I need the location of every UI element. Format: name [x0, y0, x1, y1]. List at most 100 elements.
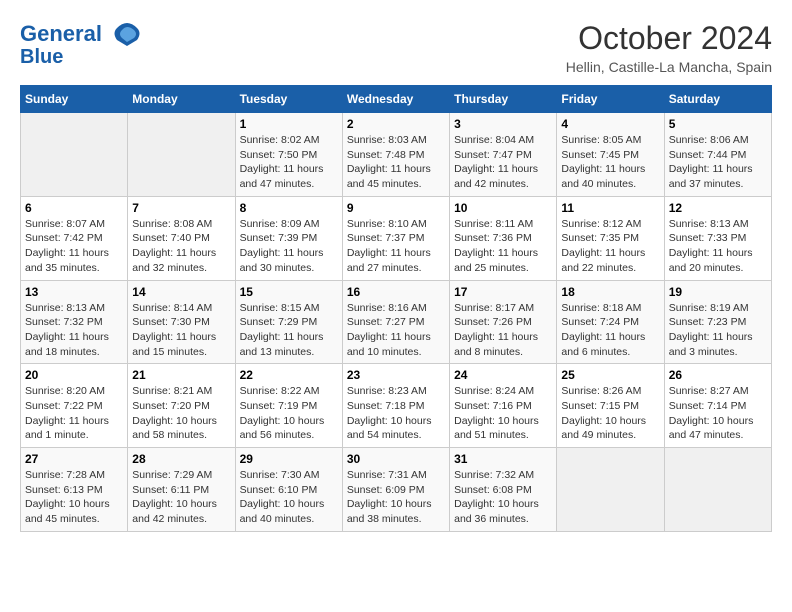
header-row: SundayMondayTuesdayWednesdayThursdayFrid…	[21, 86, 772, 113]
calendar-cell: 17 Sunrise: 8:17 AMSunset: 7:26 PMDayligh…	[450, 280, 557, 364]
day-detail: Sunrise: 8:18 AMSunset: 7:24 PMDaylight:…	[561, 301, 659, 360]
day-number: 26	[669, 368, 767, 382]
calendar-cell: 5 Sunrise: 8:06 AMSunset: 7:44 PMDaylight…	[664, 113, 771, 197]
day-number: 6	[25, 201, 123, 215]
day-number: 5	[669, 117, 767, 131]
day-number: 29	[240, 452, 338, 466]
day-number: 22	[240, 368, 338, 382]
calendar-cell: 31 Sunrise: 7:32 AMSunset: 6:08 PMDayligh…	[450, 448, 557, 532]
location-subtitle: Hellin, Castille-La Mancha, Spain	[566, 59, 772, 75]
calendar-header: SundayMondayTuesdayWednesdayThursdayFrid…	[21, 86, 772, 113]
day-number: 25	[561, 368, 659, 382]
day-number: 27	[25, 452, 123, 466]
day-number: 2	[347, 117, 445, 131]
day-detail: Sunrise: 7:32 AMSunset: 6:08 PMDaylight:…	[454, 468, 552, 527]
calendar-cell: 30 Sunrise: 7:31 AMSunset: 6:09 PMDayligh…	[342, 448, 449, 532]
calendar-cell: 6 Sunrise: 8:07 AMSunset: 7:42 PMDaylight…	[21, 196, 128, 280]
day-detail: Sunrise: 8:09 AMSunset: 7:39 PMDaylight:…	[240, 217, 338, 276]
day-detail: Sunrise: 8:15 AMSunset: 7:29 PMDaylight:…	[240, 301, 338, 360]
day-number: 7	[132, 201, 230, 215]
day-detail: Sunrise: 8:13 AMSunset: 7:32 PMDaylight:…	[25, 301, 123, 360]
day-number: 1	[240, 117, 338, 131]
calendar-cell: 10 Sunrise: 8:11 AMSunset: 7:36 PMDayligh…	[450, 196, 557, 280]
day-detail: Sunrise: 8:14 AMSunset: 7:30 PMDaylight:…	[132, 301, 230, 360]
title-block: October 2024 Hellin, Castille-La Mancha,…	[566, 20, 772, 75]
calendar-cell: 21 Sunrise: 8:21 AMSunset: 7:20 PMDayligh…	[128, 364, 235, 448]
calendar-cell: 8Sunrise: 8:09 AMSunset: 7:39 PMDaylight…	[235, 196, 342, 280]
day-detail: Sunrise: 8:19 AMSunset: 7:23 PMDaylight:…	[669, 301, 767, 360]
day-number: 28	[132, 452, 230, 466]
calendar-cell: 11 Sunrise: 8:12 AMSunset: 7:35 PMDayligh…	[557, 196, 664, 280]
day-detail: Sunrise: 8:11 AMSunset: 7:36 PMDaylight:…	[454, 217, 552, 276]
calendar-cell: 26Sunrise: 8:27 AMSunset: 7:14 PMDayligh…	[664, 364, 771, 448]
calendar-cell: 19 Sunrise: 8:19 AMSunset: 7:23 PMDayligh…	[664, 280, 771, 364]
day-number: 15	[240, 285, 338, 299]
day-detail: Sunrise: 8:17 AMSunset: 7:26 PMDaylight:…	[454, 301, 552, 360]
day-detail: Sunrise: 8:23 AMSunset: 7:18 PMDaylight:…	[347, 384, 445, 443]
day-number: 18	[561, 285, 659, 299]
calendar-cell: 14Sunrise: 8:14 AMSunset: 7:30 PMDayligh…	[128, 280, 235, 364]
day-header-saturday: Saturday	[664, 86, 771, 113]
calendar-cell: 24Sunrise: 8:24 AMSunset: 7:16 PMDayligh…	[450, 364, 557, 448]
calendar-cell: 23 Sunrise: 8:23 AMSunset: 7:18 PMDayligh…	[342, 364, 449, 448]
calendar-cell: 22 Sunrise: 8:22 AMSunset: 7:19 PMDayligh…	[235, 364, 342, 448]
calendar-cell	[128, 113, 235, 197]
day-header-monday: Monday	[128, 86, 235, 113]
day-detail: Sunrise: 8:08 AMSunset: 7:40 PMDaylight:…	[132, 217, 230, 276]
day-detail: Sunrise: 8:10 AMSunset: 7:37 PMDaylight:…	[347, 217, 445, 276]
day-number: 9	[347, 201, 445, 215]
day-number: 17	[454, 285, 552, 299]
day-number: 10	[454, 201, 552, 215]
calendar-cell	[557, 448, 664, 532]
day-detail: Sunrise: 8:21 AMSunset: 7:20 PMDaylight:…	[132, 384, 230, 443]
month-title: October 2024	[566, 20, 772, 57]
day-number: 16	[347, 285, 445, 299]
calendar-cell	[664, 448, 771, 532]
day-number: 30	[347, 452, 445, 466]
calendar-cell: 27 Sunrise: 7:28 AMSunset: 6:13 PMDayligh…	[21, 448, 128, 532]
day-detail: Sunrise: 8:26 AMSunset: 7:15 PMDaylight:…	[561, 384, 659, 443]
calendar-cell: 1 Sunrise: 8:02 AMSunset: 7:50 PMDaylight…	[235, 113, 342, 197]
week-row-3: 13 Sunrise: 8:13 AMSunset: 7:32 PMDayligh…	[21, 280, 772, 364]
day-detail: Sunrise: 8:22 AMSunset: 7:19 PMDaylight:…	[240, 384, 338, 443]
day-detail: Sunrise: 7:29 AMSunset: 6:11 PMDaylight:…	[132, 468, 230, 527]
day-number: 21	[132, 368, 230, 382]
calendar-cell: 20Sunrise: 8:20 AMSunset: 7:22 PMDayligh…	[21, 364, 128, 448]
day-header-friday: Friday	[557, 86, 664, 113]
calendar-cell: 16Sunrise: 8:16 AMSunset: 7:27 PMDayligh…	[342, 280, 449, 364]
day-number: 11	[561, 201, 659, 215]
calendar-cell	[21, 113, 128, 197]
logo: General Blue	[20, 20, 142, 69]
week-row-1: 1 Sunrise: 8:02 AMSunset: 7:50 PMDaylight…	[21, 113, 772, 197]
day-detail: Sunrise: 7:31 AMSunset: 6:09 PMDaylight:…	[347, 468, 445, 527]
calendar-cell: 9 Sunrise: 8:10 AMSunset: 7:37 PMDaylight…	[342, 196, 449, 280]
day-detail: Sunrise: 8:06 AMSunset: 7:44 PMDaylight:…	[669, 133, 767, 192]
day-header-tuesday: Tuesday	[235, 86, 342, 113]
calendar-cell: 18 Sunrise: 8:18 AMSunset: 7:24 PMDayligh…	[557, 280, 664, 364]
day-detail: Sunrise: 8:07 AMSunset: 7:42 PMDaylight:…	[25, 217, 123, 276]
page-header: General Blue October 2024 Hellin, Castil…	[20, 20, 772, 75]
day-detail: Sunrise: 8:13 AMSunset: 7:33 PMDaylight:…	[669, 217, 767, 276]
calendar-cell: 2Sunrise: 8:03 AMSunset: 7:48 PMDaylight…	[342, 113, 449, 197]
day-number: 3	[454, 117, 552, 131]
day-detail: Sunrise: 8:05 AMSunset: 7:45 PMDaylight:…	[561, 133, 659, 192]
day-detail: Sunrise: 8:12 AMSunset: 7:35 PMDaylight:…	[561, 217, 659, 276]
day-number: 12	[669, 201, 767, 215]
calendar-cell: 29 Sunrise: 7:30 AMSunset: 6:10 PMDayligh…	[235, 448, 342, 532]
calendar-table: SundayMondayTuesdayWednesdayThursdayFrid…	[20, 85, 772, 532]
day-detail: Sunrise: 8:02 AMSunset: 7:50 PMDaylight:…	[240, 133, 338, 192]
day-number: 13	[25, 285, 123, 299]
calendar-cell: 15 Sunrise: 8:15 AMSunset: 7:29 PMDayligh…	[235, 280, 342, 364]
day-detail: Sunrise: 7:30 AMSunset: 6:10 PMDaylight:…	[240, 468, 338, 527]
day-detail: Sunrise: 7:28 AMSunset: 6:13 PMDaylight:…	[25, 468, 123, 527]
day-header-thursday: Thursday	[450, 86, 557, 113]
day-number: 24	[454, 368, 552, 382]
calendar-cell: 12 Sunrise: 8:13 AMSunset: 7:33 PMDayligh…	[664, 196, 771, 280]
calendar-cell: 13 Sunrise: 8:13 AMSunset: 7:32 PMDayligh…	[21, 280, 128, 364]
calendar-cell: 3Sunrise: 8:04 AMSunset: 7:47 PMDaylight…	[450, 113, 557, 197]
day-number: 23	[347, 368, 445, 382]
week-row-2: 6 Sunrise: 8:07 AMSunset: 7:42 PMDaylight…	[21, 196, 772, 280]
day-number: 19	[669, 285, 767, 299]
day-number: 31	[454, 452, 552, 466]
day-number: 20	[25, 368, 123, 382]
